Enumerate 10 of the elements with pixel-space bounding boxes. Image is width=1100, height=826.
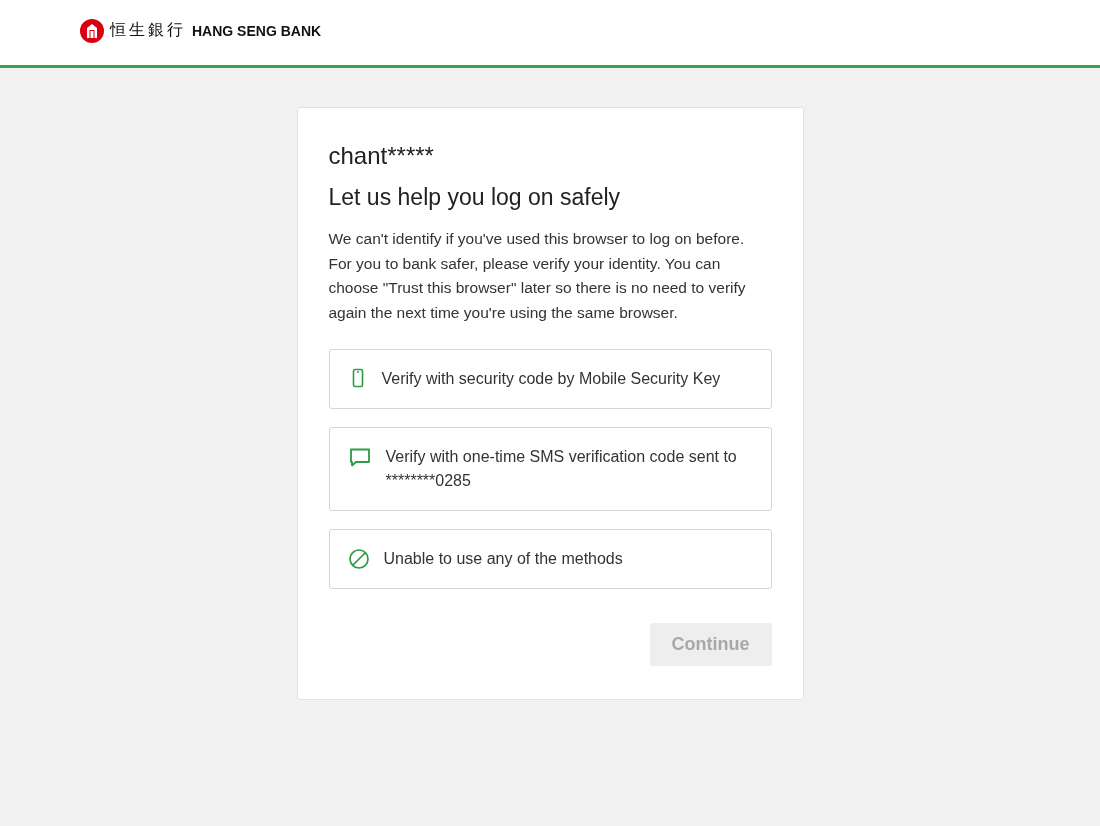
verify-option[interactable]: Verify with one-time SMS verification code sent to ********0285 [328,427,772,511]
verify-option[interactable]: Unable to use any of the methods [328,529,772,589]
logo-chinese-text: 恒生銀行 [110,20,186,41]
logo-english-text: HANG SENG BANK [192,22,322,39]
verify-option[interactable]: Verify with security code by Mobile Security Key [328,349,772,409]
message: We can't identify if you've used this browser to log on before. For you to bank safer, please verify your identity. You can choose "Trust this browser" later so there is no need to verify again the next time you're using the same browser. [328,229,747,323]
heading: Let us help you log on safely [328,184,622,211]
prohibited-icon [347,548,370,570]
username: chant***** [328,142,435,170]
logo-icon [80,18,104,43]
